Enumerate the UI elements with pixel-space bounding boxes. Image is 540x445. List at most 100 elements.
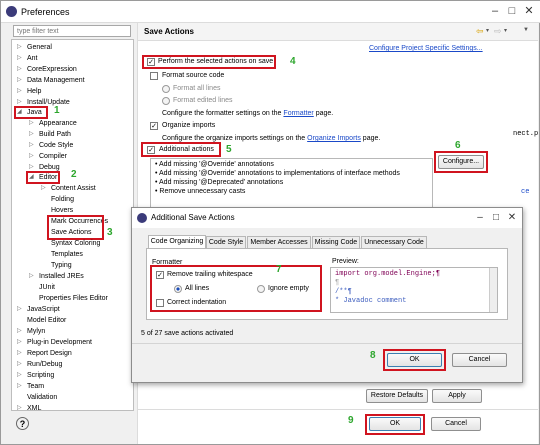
tree-item-xml[interactable]: XML: [27, 403, 41, 410]
view-menu-icon[interactable]: ▼: [523, 27, 529, 33]
tree-item-properties-files-editor[interactable]: Properties Files Editor: [39, 293, 108, 304]
help-icon[interactable]: ?: [16, 417, 29, 430]
actions-list-text: Remove unnecessary casts: [159, 188, 246, 195]
tree-item-templates[interactable]: Templates: [51, 249, 83, 260]
expand-arrow-icon[interactable]: ▷: [17, 326, 25, 337]
dialog-close-button[interactable]: ✕: [504, 210, 520, 226]
preferences-tree[interactable]: ▷ General ▷ Ant ▷ CoreExpression ▷ Data …: [11, 39, 134, 411]
tree-item-validation[interactable]: Validation: [27, 392, 57, 403]
organize-imports-checkbox[interactable]: ✓: [150, 122, 158, 130]
expand-arrow-icon[interactable]: ▷: [17, 86, 25, 97]
all-lines-radio[interactable]: [174, 285, 182, 293]
cancel-button[interactable]: Cancel: [431, 417, 481, 431]
back-arrow-icon[interactable]: ⇦: [476, 26, 484, 37]
tree-item-compiler[interactable]: Compiler: [39, 151, 67, 162]
tree-item-model-editor[interactable]: Model Editor: [27, 315, 66, 326]
expand-arrow-icon[interactable]: ▷: [17, 337, 25, 348]
forward-arrow-icon[interactable]: ⇨: [494, 26, 502, 37]
tree-item-syntax-coloring[interactable]: Syntax Coloring: [51, 238, 100, 249]
annotation-7: 7: [276, 264, 282, 275]
dialog-minimize-button[interactable]: –: [472, 210, 488, 226]
tree-item-help[interactable]: Help: [27, 86, 41, 97]
title-bar: Preferences – □ ✕: [1, 1, 540, 23]
perform-label: Perform the selected actions on save: [158, 58, 274, 65]
tree-item-javascript[interactable]: JavaScript: [27, 304, 60, 315]
tree-item-content-assist[interactable]: Content Assist: [51, 183, 96, 194]
tree-item-typing[interactable]: Typing: [51, 260, 72, 271]
tab-code-organizing[interactable]: Code Organizing: [148, 235, 206, 248]
expand-arrow-icon[interactable]: ▷: [17, 64, 25, 75]
collapse-arrow-icon[interactable]: ◢: [29, 172, 37, 183]
organize-imports-link[interactable]: Organize Imports: [307, 135, 361, 142]
tree-item-mylyn[interactable]: Mylyn: [27, 326, 45, 337]
expand-arrow-icon[interactable]: ▷: [17, 42, 25, 53]
format-edited-radio[interactable]: [162, 97, 170, 105]
expand-arrow-icon[interactable]: ▷: [29, 271, 37, 282]
tree-item-team[interactable]: Team: [27, 381, 44, 392]
dialog-ok-button[interactable]: OK: [387, 353, 442, 367]
expand-arrow-icon[interactable]: ▷: [17, 53, 25, 64]
perform-checkbox[interactable]: ✓: [147, 58, 155, 66]
tree-item-plugin-development[interactable]: Plug-in Development: [27, 337, 92, 348]
formatter-link[interactable]: Formatter: [283, 110, 313, 117]
tree-item-build-path[interactable]: Build Path: [39, 129, 71, 140]
tree-item-junit[interactable]: JUnit: [39, 282, 55, 293]
expand-arrow-icon[interactable]: ▷: [29, 140, 37, 151]
tree-item-folding[interactable]: Folding: [51, 194, 74, 205]
preview-scrollbar[interactable]: [489, 268, 497, 312]
dialog-eclipse-icon: [137, 213, 147, 223]
expand-arrow-icon[interactable]: ▷: [29, 151, 37, 162]
project-settings-link[interactable]: Configure Project Specific Settings...: [369, 44, 483, 54]
additional-actions-checkbox[interactable]: ✓: [147, 146, 155, 154]
tree-item-coreexpression[interactable]: CoreExpression: [27, 64, 77, 75]
configure-button[interactable]: Configure...: [438, 155, 484, 169]
tree-item-installed-jres[interactable]: Installed JREs: [39, 271, 84, 282]
dialog-maximize-button[interactable]: □: [488, 210, 504, 226]
format-all-radio[interactable]: [162, 85, 170, 93]
tab-missing-code[interactable]: Missing Code: [312, 236, 360, 248]
close-button[interactable]: ✕: [521, 4, 537, 20]
tab-unnecessary-code[interactable]: Unnecessary Code: [361, 236, 427, 248]
tree-item-report-design[interactable]: Report Design: [27, 348, 72, 359]
expand-arrow-icon[interactable]: ▷: [17, 370, 25, 381]
apply-button[interactable]: Apply: [432, 389, 482, 403]
tree-item-ant[interactable]: Ant: [27, 53, 38, 64]
correct-indentation-checkbox[interactable]: [156, 299, 164, 307]
tree-item-appearance[interactable]: Appearance: [39, 118, 77, 129]
expand-arrow-icon[interactable]: ▷: [17, 381, 25, 392]
filter-input[interactable]: type filter text: [13, 25, 131, 37]
expand-arrow-icon[interactable]: ▷: [17, 403, 25, 410]
page-title: Save Actions: [144, 27, 194, 36]
tree-item-code-style[interactable]: Code Style: [39, 140, 73, 151]
expand-arrow-icon[interactable]: ▷: [29, 129, 37, 140]
expand-arrow-icon[interactable]: ▷: [17, 359, 25, 370]
expand-arrow-icon[interactable]: ▷: [17, 348, 25, 359]
ignore-empty-radio[interactable]: [257, 285, 265, 293]
format-source-checkbox[interactable]: [150, 72, 158, 80]
tree-item-scripting[interactable]: Scripting: [27, 370, 54, 381]
tree-item-general[interactable]: General: [27, 42, 52, 53]
minimize-button[interactable]: –: [487, 4, 503, 20]
forward-menu-icon[interactable]: ▾: [504, 27, 507, 34]
expand-arrow-icon[interactable]: ▷: [41, 183, 49, 194]
tree-item-save-actions[interactable]: Save Actions: [51, 227, 91, 238]
dialog-cancel-button[interactable]: Cancel: [452, 353, 507, 367]
actions-list[interactable]: • Add missing '@Override' annotations • …: [150, 158, 433, 208]
collapse-arrow-icon[interactable]: ◢: [17, 107, 25, 118]
ok-button[interactable]: OK: [369, 417, 421, 431]
back-menu-icon[interactable]: ▾: [486, 27, 489, 34]
tree-item-editor[interactable]: Editor: [39, 172, 57, 183]
tree-item-run-debug[interactable]: Run/Debug: [27, 359, 62, 370]
actions-list-text: Add missing '@Deprecated' annotations: [159, 179, 284, 186]
expand-arrow-icon[interactable]: ▷: [17, 75, 25, 86]
tree-item-data-management[interactable]: Data Management: [27, 75, 85, 86]
tab-member-accesses[interactable]: Member Accesses: [247, 236, 311, 248]
remove-trailing-checkbox[interactable]: ✓: [156, 271, 164, 279]
maximize-button[interactable]: □: [504, 4, 520, 20]
expand-arrow-icon[interactable]: ▷: [17, 304, 25, 315]
organize-hint-pre: Configure the organize imports settings …: [162, 135, 306, 142]
expand-arrow-icon[interactable]: ▷: [29, 118, 37, 129]
tree-item-java[interactable]: Java: [27, 107, 42, 118]
restore-defaults-button[interactable]: Restore Defaults: [366, 389, 428, 403]
tab-code-style[interactable]: Code Style: [206, 236, 246, 248]
